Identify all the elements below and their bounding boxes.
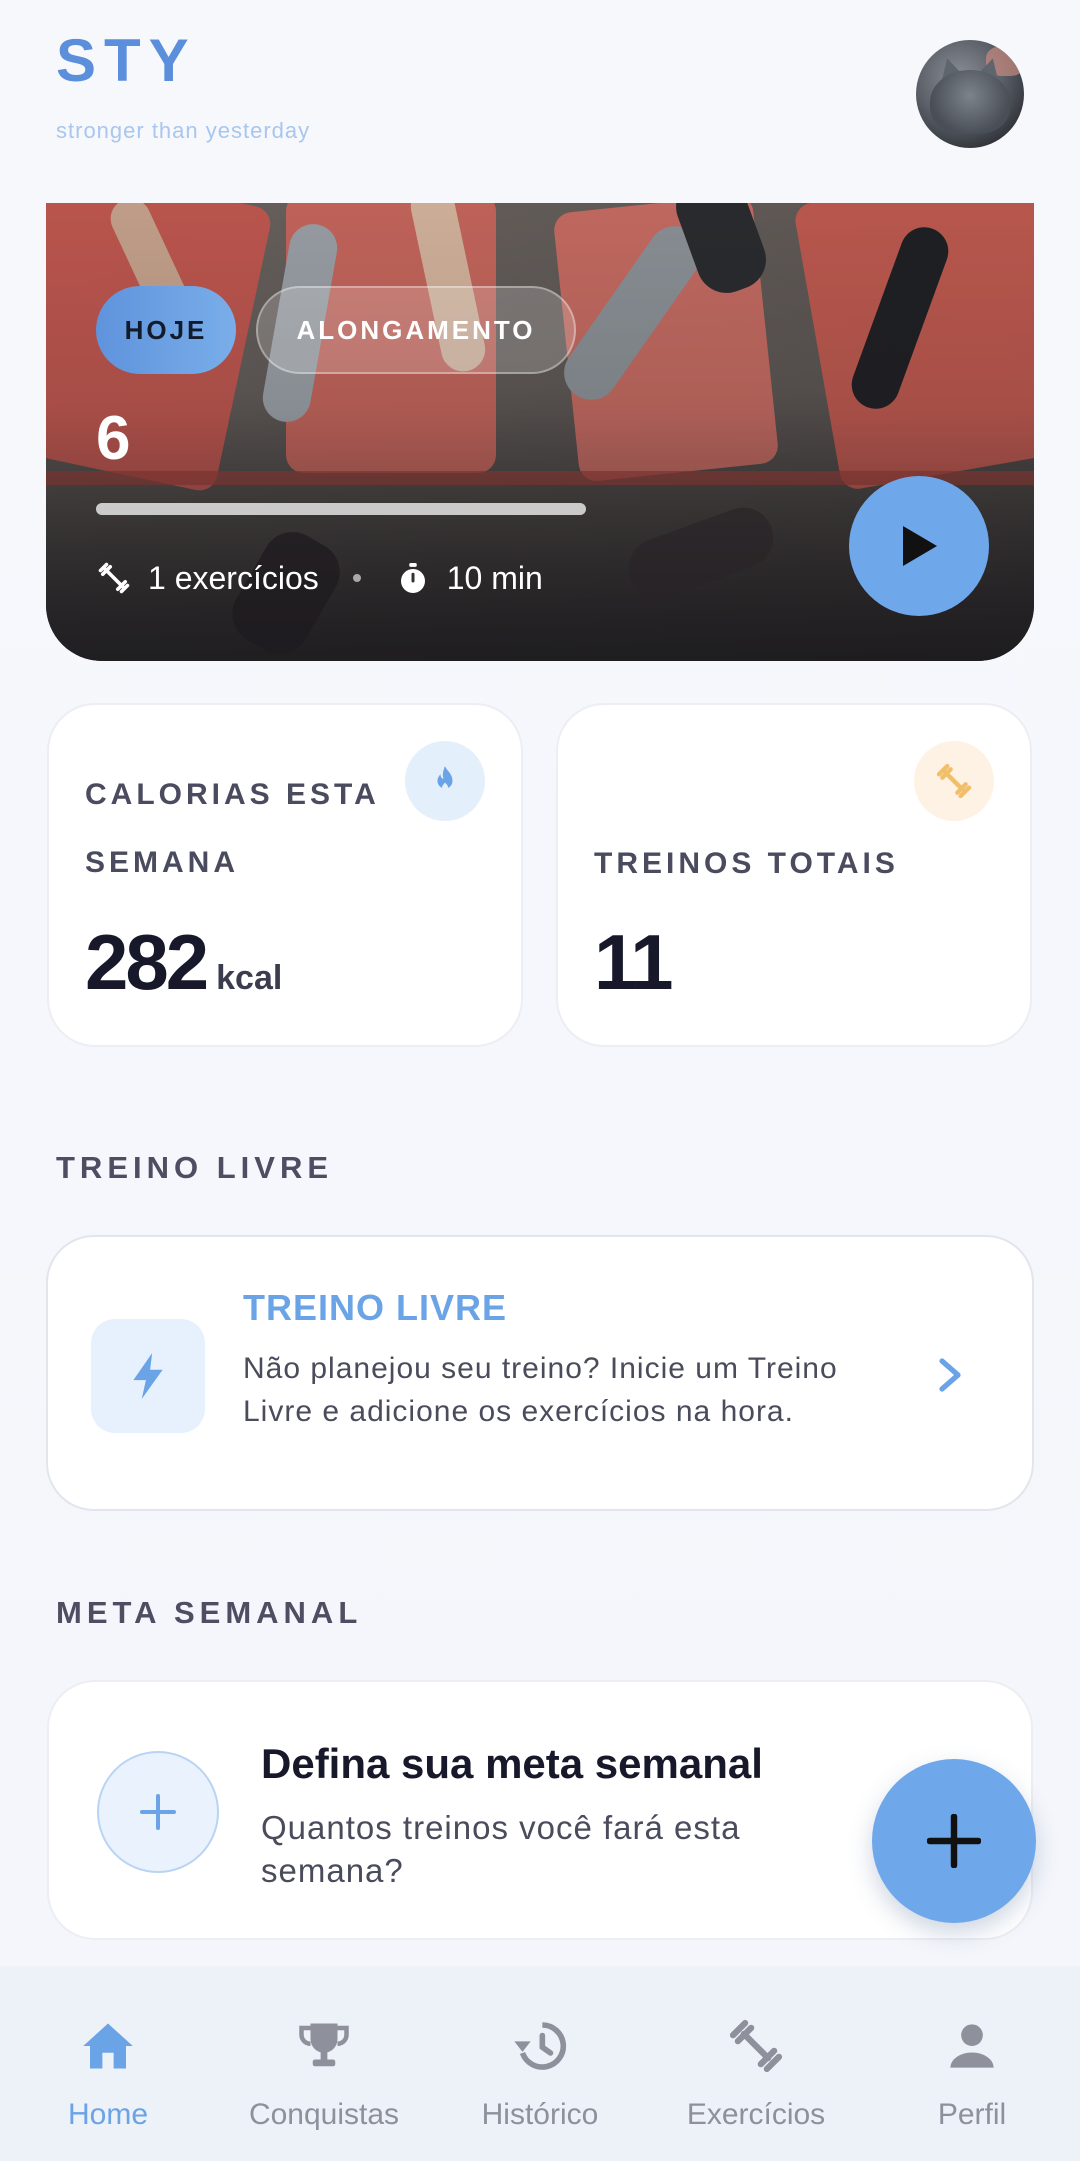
nav-item-home[interactable]: Home	[0, 1966, 216, 2161]
plus-icon	[140, 1794, 176, 1830]
home-icon	[83, 2023, 133, 2069]
free-workout-description: Não planejou seu treino? Inicie um Trein…	[243, 1352, 838, 1428]
calories-unit: kcal	[216, 959, 283, 997]
workout-count: 6	[96, 404, 131, 473]
lightning-icon	[133, 1353, 163, 1399]
flame-icon	[437, 766, 453, 791]
dumbbell-icon	[729, 2019, 783, 2073]
nav-label-home: Home	[67, 2098, 149, 2131]
flame-badge	[405, 741, 485, 821]
nav-item-history[interactable]: Histórico	[432, 1966, 648, 2161]
dumbbell-icon	[98, 562, 130, 594]
app-tagline: stronger than yesterday	[56, 118, 311, 143]
exercise-count: 1 exercícios	[148, 559, 319, 596]
weekly-goal-section-title: META SEMANAL	[56, 1595, 363, 1630]
nav-item-achievements[interactable]: Conquistas	[216, 1966, 432, 2161]
app-header: STY stronger than yesterday	[0, 0, 1080, 190]
avatar[interactable]	[916, 40, 1024, 148]
total-workouts-label: TREINOS TOTAIS	[594, 847, 899, 880]
trophy-icon	[299, 2023, 349, 2067]
dumbbell-badge	[914, 741, 994, 821]
calories-label: CALORIAS ESTA SEMANA	[85, 778, 379, 879]
nav-label-history: Histórico	[481, 2098, 599, 2131]
person-icon	[950, 2024, 994, 2068]
workout-type-chip: ALONGAMENTO	[256, 286, 576, 374]
nav-label-exercises: Exercícios	[686, 2098, 826, 2131]
nav-label-profile: Perfil	[937, 2098, 1007, 2131]
history-icon	[514, 2022, 567, 2070]
calories-value: 282 kcal	[85, 918, 283, 1006]
workout-duration: 10 min	[446, 559, 543, 596]
lightning-badge	[91, 1319, 205, 1433]
today-workout-card[interactable]: HOJE ALONGAMENTO 6 1 exercícios 10 min	[46, 203, 1034, 661]
bottom-nav: Home Conquistas Histórico Exercícios Per…	[0, 1966, 1080, 2161]
nav-item-exercises[interactable]: Exercícios	[648, 1966, 864, 2161]
plus-icon	[927, 1814, 981, 1868]
nav-label-achievements: Conquistas	[248, 2098, 400, 2131]
weekly-goal-subtitle: Quantos treinos você fará esta semana?	[261, 1809, 741, 1889]
total-workouts-value: 11	[594, 918, 673, 1006]
add-fab-button[interactable]	[872, 1759, 1036, 1923]
play-button[interactable]	[849, 476, 989, 616]
free-workout-section-title: TREINO LIVRE	[56, 1150, 334, 1185]
workout-meta: 1 exercícios 10 min	[96, 553, 543, 603]
add-goal-button[interactable]	[97, 1751, 219, 1873]
chevron-right-icon	[939, 1358, 961, 1392]
weekly-goal-title: Defina sua meta semanal	[261, 1740, 763, 1787]
workout-progress-bar	[96, 503, 586, 515]
total-workouts-card: TREINOS TOTAIS 11	[556, 703, 1032, 1047]
play-icon	[903, 526, 937, 566]
free-workout-title: TREINO LIVRE	[243, 1287, 508, 1328]
app-logo: STY	[56, 27, 197, 94]
dumbbell-icon	[936, 763, 972, 799]
today-chip: HOJE	[96, 286, 236, 374]
free-workout-card[interactable]: TREINO LIVRE Não planejou seu treino? In…	[46, 1235, 1034, 1511]
nav-item-profile[interactable]: Perfil	[864, 1966, 1080, 2161]
stopwatch-icon	[400, 563, 425, 593]
calories-card: CALORIAS ESTA SEMANA 282 kcal	[47, 703, 523, 1047]
